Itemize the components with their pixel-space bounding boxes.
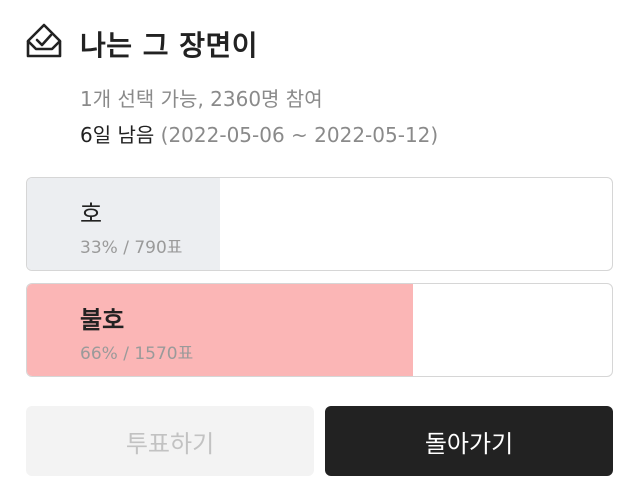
poll-deadline: 6일 남음 (2022-05-06 ~ 2022-05-12) <box>80 119 438 148</box>
poll-title: 나는 그 장면이 <box>80 29 259 62</box>
ballot-check-icon <box>26 23 62 58</box>
option-stats: 33% / 790표 <box>80 238 183 258</box>
option-stats: 66% / 1570표 <box>80 344 194 364</box>
poll-option-like[interactable]: 호 33% / 790표 <box>26 177 613 271</box>
poll-option-dislike[interactable]: 불호 66% / 1570표 <box>26 283 613 377</box>
back-button[interactable]: 돌아가기 <box>325 406 613 476</box>
remaining-days: 6일 남음 <box>80 123 155 147</box>
option-label: 불호 <box>80 306 125 334</box>
poll-meta: 1개 선택 가능, 2360명 참여 <box>80 87 323 111</box>
vote-button[interactable]: 투표하기 <box>26 406 314 476</box>
option-label: 호 <box>80 200 103 228</box>
date-range: (2022-05-06 ~ 2022-05-12) <box>160 123 439 147</box>
